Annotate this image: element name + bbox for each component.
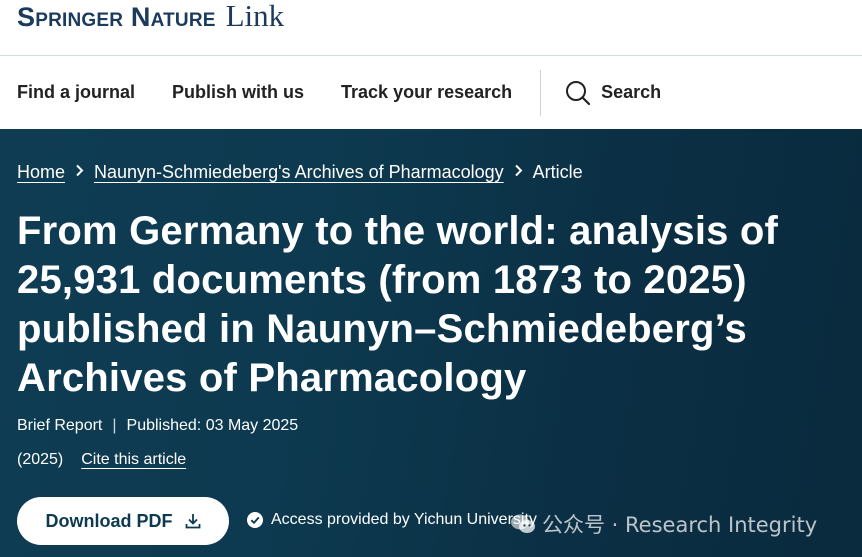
article-citation-row: (2025) Cite this article [17,451,186,469]
wechat-icon [511,514,535,533]
nav-divider [540,69,542,116]
article-type: Brief Report [17,417,103,434]
brand-link-word: Link [225,0,285,33]
main-nav: Find a journal Publish with us Track you… [0,56,862,129]
cite-article-link[interactable]: Cite this article [81,451,186,469]
breadcrumb-journal[interactable]: Naunyn-Schmiedeberg's Archives of Pharma… [94,162,504,183]
search-label: Search [601,82,662,102]
nav-find-journal[interactable]: Find a journal [17,82,135,103]
breadcrumb-current: Article [532,162,583,182]
search-button[interactable]: Search [565,80,661,106]
article-title: From Germany to the world: analysis of 2… [17,209,779,400]
access-status: Access provided by Yichun University [247,511,537,529]
download-pdf-label: Download PDF [45,510,173,531]
search-icon [566,80,591,105]
breadcrumb: Home Naunyn-Schmiedeberg's Archives of P… [17,162,583,183]
nav-publish-with-us[interactable]: Publish with us [172,82,304,103]
watermark: 公众号 · Research Integrity [510,509,817,539]
article-meta: Brief Report | Published: 03 May 2025 [17,417,298,435]
watermark-text: 公众号 · Research Integrity [542,513,818,537]
download-pdf-button[interactable]: Download PDF [17,497,229,545]
article-year: (2025) [17,451,64,468]
nav-track-research[interactable]: Track your research [341,82,512,103]
meta-separator: | [112,417,117,434]
check-circle-icon [247,512,263,528]
brand-bar: Springer Nature Link [0,0,862,56]
chevron-right-icon [514,164,523,182]
breadcrumb-home[interactable]: Home [17,162,65,183]
access-text: Access provided by Yichun University [271,511,537,528]
download-icon [185,514,200,529]
published-date: Published: 03 May 2025 [126,417,299,434]
article-header: Home Naunyn-Schmiedeberg's Archives of P… [0,129,862,557]
brand-name: Springer Nature [17,2,216,32]
site-logo[interactable]: Springer Nature Link [17,0,284,31]
chevron-right-icon [75,164,84,182]
